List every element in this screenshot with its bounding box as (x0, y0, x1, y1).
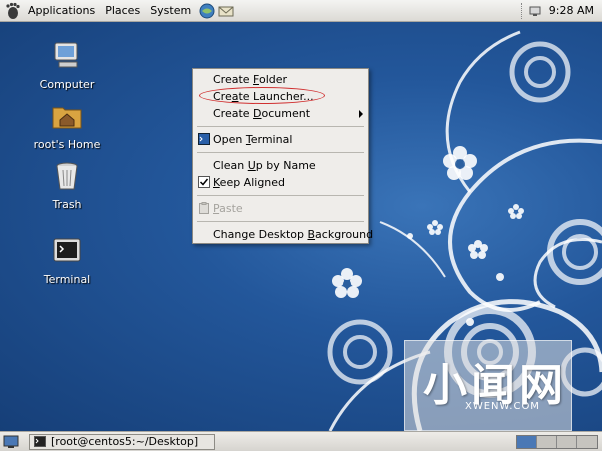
menu-item-label: Create Folder (213, 73, 288, 86)
menu-item-open-terminal[interactable]: Open Terminal (193, 131, 368, 148)
workspace-4[interactable] (577, 435, 597, 448)
desktop-icon-computer[interactable]: Computer (22, 40, 112, 91)
bottom-panel: [root@centos5:~/Desktop] (0, 431, 602, 451)
checkbox-checked-icon[interactable] (198, 176, 210, 188)
desktop-context-menu: Create Folder Create Launcher... Create … (192, 68, 373, 244)
menu-system[interactable]: System (145, 0, 196, 22)
menu-item-clean-up[interactable]: Clean Up by Name (193, 157, 368, 174)
workspace-3[interactable] (557, 435, 577, 448)
web-browser-icon[interactable] (199, 3, 215, 19)
email-client-icon[interactable] (218, 3, 234, 19)
workspace-switcher (516, 434, 598, 449)
workspace-2[interactable] (537, 435, 557, 448)
terminal-icon (53, 238, 81, 262)
gnome-foot-icon[interactable] (4, 2, 22, 20)
desktop-icon-terminal[interactable]: Terminal (22, 235, 112, 286)
menu-separator (197, 221, 364, 222)
taskbar-button-terminal[interactable]: [root@centos5:~/Desktop] (29, 433, 215, 450)
menu-item-label: Create Document (213, 107, 311, 120)
home-folder-icon (52, 107, 82, 129)
show-desktop-icon[interactable] (3, 434, 19, 450)
menu-item-change-background[interactable]: Change Desktop Background (193, 226, 373, 243)
watermark: 小闻网 XWENW.COM (404, 340, 572, 431)
menu-item-create-folder[interactable]: Create Folder (193, 71, 368, 88)
desktop-icon-label: root's Home (33, 138, 101, 151)
menu-item-keep-aligned[interactable]: Keep Aligned (193, 174, 368, 191)
menu-item-label: Keep Aligned (213, 176, 286, 189)
terminal-icon (34, 436, 46, 447)
menu-item-create-document[interactable]: Create Document (193, 105, 368, 122)
menu-separator (197, 195, 364, 196)
desktop-icon-label: Computer (39, 78, 95, 91)
menu-item-paste: Paste (193, 200, 368, 217)
menu-item-label: Paste (213, 202, 243, 215)
watermark-domain: XWENW.COM (465, 401, 540, 412)
workspace-1[interactable] (517, 435, 537, 448)
menu-item-label: Change Desktop Background (213, 228, 374, 241)
terminal-icon (198, 133, 210, 145)
taskbar-button-label: [root@centos5:~/Desktop] (51, 435, 199, 448)
menu-separator (197, 152, 364, 153)
paste-icon (199, 202, 209, 214)
computer-icon (54, 42, 78, 68)
menu-item-label: Create Launcher... (213, 90, 314, 103)
clock[interactable]: 9:28 AM (549, 4, 602, 17)
trash-icon (56, 162, 78, 190)
menu-separator (197, 126, 364, 127)
menu-item-label: Clean Up by Name (213, 159, 316, 172)
desktop-icon-label: Terminal (43, 273, 91, 286)
menu-places[interactable]: Places (100, 0, 145, 22)
panel-handle[interactable] (520, 2, 523, 19)
desktop-icon-trash[interactable]: Trash (22, 160, 112, 211)
network-icon[interactable] (529, 5, 541, 17)
desktop-icon-home[interactable]: root's Home (22, 100, 112, 151)
menu-applications[interactable]: Applications (23, 0, 100, 22)
menu-item-label: Open Terminal (213, 133, 293, 146)
top-panel: Applications Places System 9:28 AM (0, 0, 602, 22)
menu-item-create-launcher[interactable]: Create Launcher... (193, 88, 368, 105)
desktop-icon-label: Trash (52, 198, 82, 211)
submenu-arrow-icon (359, 110, 363, 118)
